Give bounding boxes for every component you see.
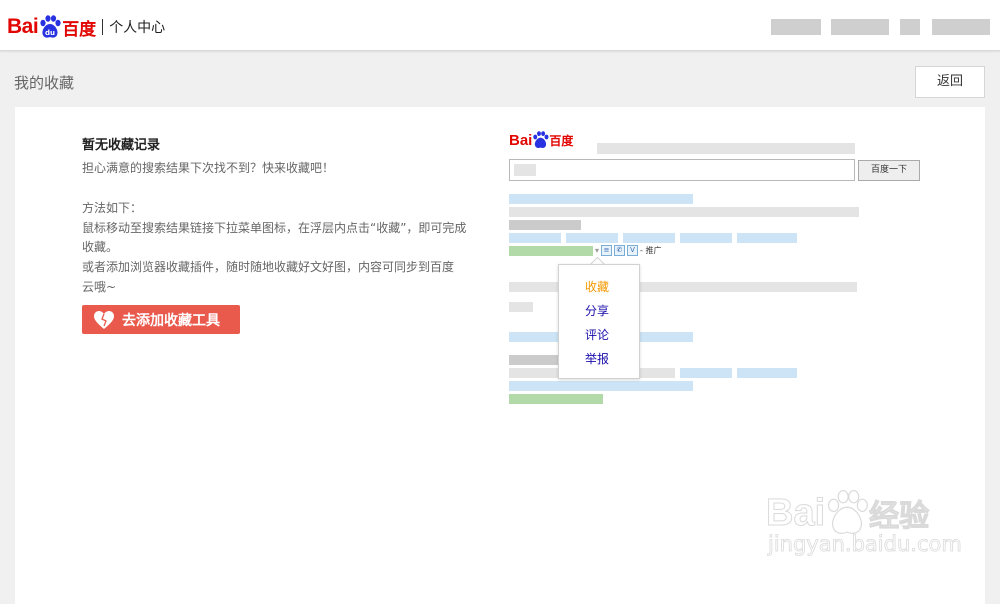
popup-item-report: 举报	[585, 352, 610, 366]
verified-icon: V	[627, 245, 639, 256]
section-title: 个人中心	[109, 20, 166, 36]
placeholder-line	[509, 355, 561, 365]
blurred-user-link[interactable]	[932, 19, 990, 35]
empty-state-subtitle: 担心满意的搜索结果下次找不到？快来收藏吧！	[82, 161, 335, 175]
page-title: 我的收藏	[14, 74, 75, 92]
popup-item-comment: 评论	[585, 328, 610, 342]
baidu-jingyan-watermark: Bai 经验 jingyan.baidu.com	[765, 490, 963, 557]
blurred-user-link[interactable]	[900, 19, 920, 35]
placeholder-line	[509, 207, 859, 217]
illustration-search-input	[509, 159, 855, 181]
watermark-brand: Bai	[765, 491, 826, 534]
popup-item-favorite: 收藏	[585, 280, 610, 294]
placeholder-link	[509, 233, 561, 243]
logo-text-bai: Bai	[7, 15, 39, 38]
placeholder-link	[680, 368, 732, 378]
placeholder-link	[509, 194, 693, 204]
watermark-cn: 经验	[869, 499, 930, 535]
popup-item-share: 分享	[585, 304, 610, 318]
add-favorites-tool-label: 去添加收藏工具	[122, 312, 220, 329]
watermark-url: jingyan.baidu.com	[768, 532, 963, 557]
method-line: 收藏。	[82, 240, 119, 254]
dropdown-arrow-icon: ▾	[595, 246, 600, 255]
logo-text-baidu: 百度	[62, 19, 97, 40]
placeholder-link	[737, 233, 797, 243]
baidu-logo[interactable]: Bai du 百度 个人中心	[7, 11, 165, 43]
method-line: 或者添加浏览器收藏插件，随时随地收藏好文好图，内容可同步到百度	[82, 260, 455, 274]
promo-label: - 推广	[640, 246, 662, 255]
top-navigation-bar: Bai du 百度 个人中心	[0, 0, 1000, 51]
illustration-logo-cn: 百度	[549, 133, 574, 148]
logo-divider	[102, 19, 104, 35]
placeholder-url	[509, 246, 593, 256]
add-favorites-tool-button[interactable]: 去添加收藏工具	[82, 305, 240, 334]
empty-state-title: 暂无收藏记录	[82, 138, 161, 153]
placeholder-link	[623, 233, 675, 243]
paw-logo-icon: du	[40, 15, 61, 38]
back-button[interactable]: 返回	[915, 66, 985, 98]
placeholder-link	[737, 368, 797, 378]
placeholder-link	[566, 233, 618, 243]
illustration-baidu-logo: Bai 百度	[509, 131, 573, 149]
placeholder-url	[509, 394, 603, 404]
placeholder-line	[509, 302, 533, 312]
placeholder-line	[509, 220, 581, 230]
method-heading: 方法如下：	[82, 201, 143, 215]
placeholder-link	[680, 233, 732, 243]
method-line: 鼠标移动至搜索结果链接下拉菜单图标，在浮层内点击“收藏”，即可完成	[82, 221, 467, 235]
placeholder-bar	[597, 143, 855, 154]
illustration-search-button: 百度一下	[858, 160, 920, 181]
method-line: 云哦~	[82, 280, 117, 294]
illustration-logo-bai: Bai	[509, 131, 533, 149]
illustration-result-tools: ▾ ≡ ✆ V - 推广	[595, 245, 661, 256]
illustration-paw-icon	[533, 131, 549, 148]
placeholder-link	[509, 381, 693, 391]
watermark-paw-icon	[828, 490, 869, 534]
svg-text:du: du	[45, 29, 55, 37]
phone-icon: ✆	[614, 245, 626, 256]
blurred-username[interactable]	[771, 19, 821, 35]
menu-icon: ≡	[601, 245, 613, 256]
heart-icon	[94, 310, 114, 329]
blurred-user-link[interactable]	[831, 19, 889, 35]
